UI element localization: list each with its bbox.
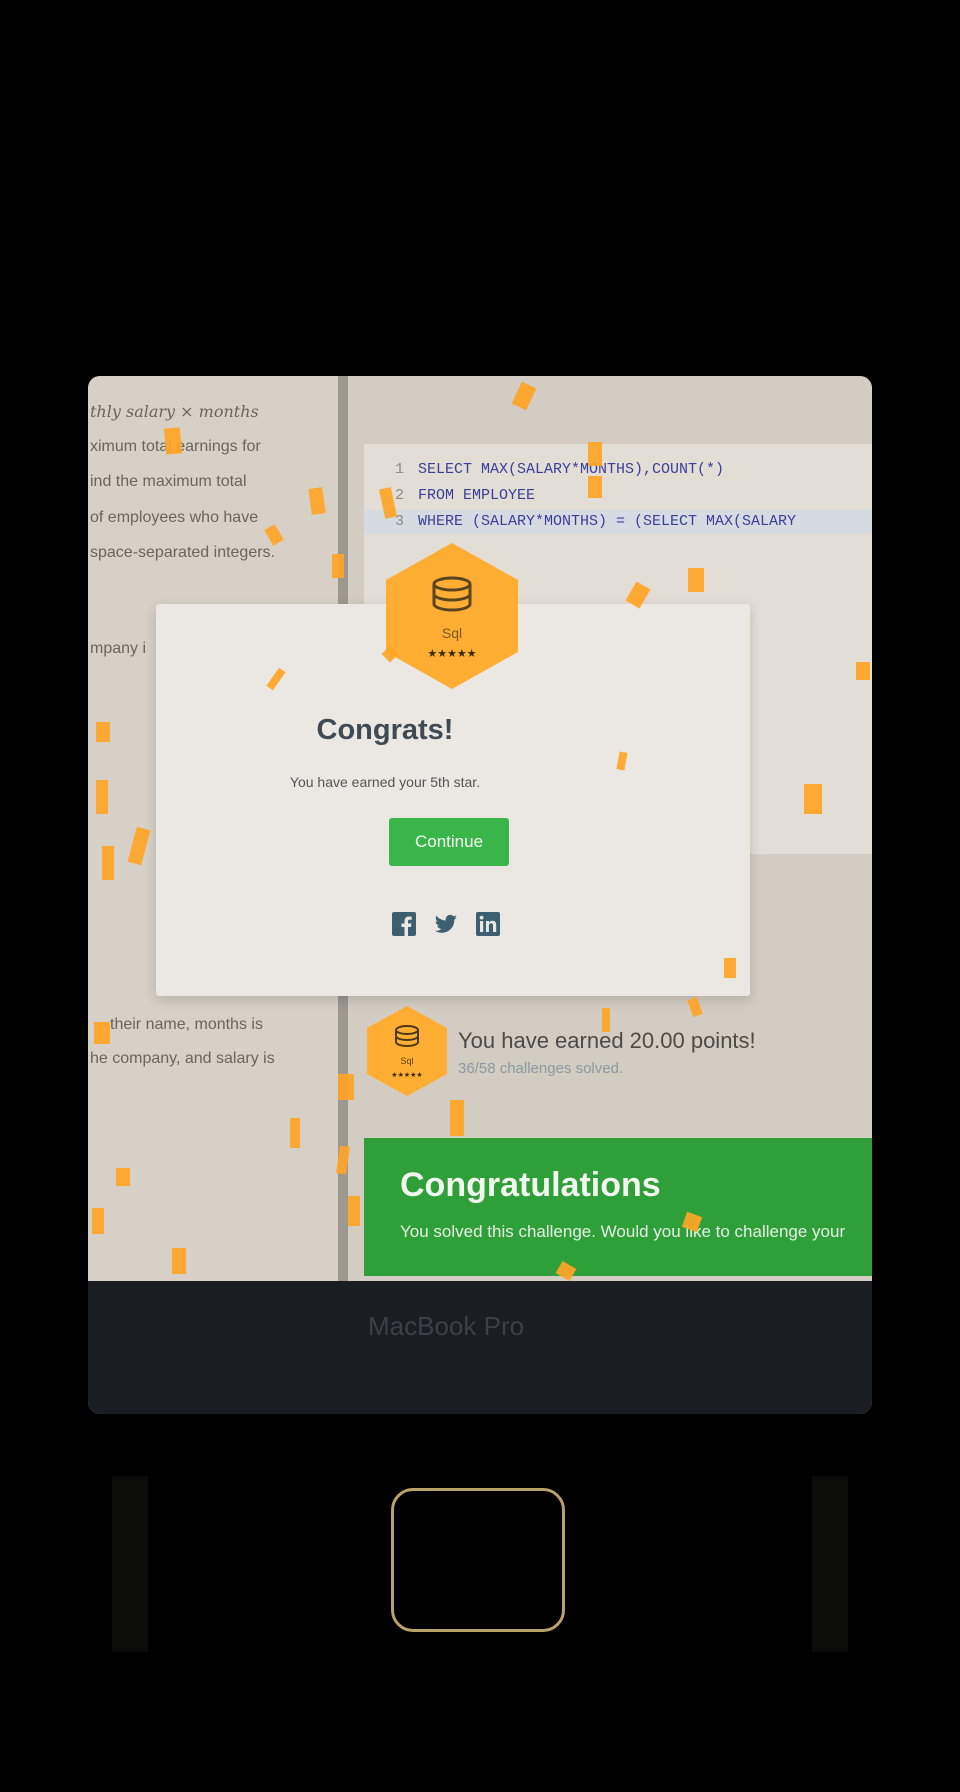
description-line: space-separated integers. <box>90 544 275 561</box>
line-number: 1 <box>394 461 404 478</box>
linkedin-icon[interactable] <box>476 912 500 936</box>
confetti-piece <box>804 784 822 814</box>
modal-message: You have earned your 5th star. <box>289 774 481 790</box>
modal-title: Congrats! <box>316 714 454 746</box>
confetti-piece <box>102 846 114 880</box>
modal-badge-stars: ★★★★★ <box>427 647 476 660</box>
sql-badge-icon: Sql ★★★★★ <box>367 1006 447 1096</box>
macbook-label: MacBook Pro <box>368 1311 525 1341</box>
confetti-piece <box>92 1208 104 1234</box>
confetti-piece <box>588 476 602 498</box>
home-button[interactable] <box>391 1488 565 1632</box>
confetti-piece <box>338 1074 354 1100</box>
confetti-piece <box>172 1248 186 1274</box>
device-shadow <box>812 1476 848 1652</box>
confetti-piece <box>96 722 110 742</box>
confetti-piece <box>94 1022 110 1044</box>
challenges-solved-text: 36/58 challenges solved. <box>458 1060 624 1077</box>
confetti-piece <box>116 1168 130 1186</box>
code-text: FROM EMPLOYEE <box>418 487 536 504</box>
description-line: of employees who have <box>90 509 259 526</box>
confetti-piece <box>724 958 736 978</box>
code-text: SELECT MAX(SALARY*MONTHS),COUNT(*) <box>418 461 725 478</box>
code-text: WHERE (SALARY*MONTHS) = (SELECT MAX(SALA… <box>418 513 797 530</box>
description-line: mpany i <box>90 640 147 657</box>
banner-text: You solved this challenge. Would you lik… <box>400 1222 846 1241</box>
code-line-active[interactable]: 3 WHERE (SALARY*MONTHS) = (SELECT MAX(SAL… <box>364 510 872 534</box>
confetti-piece <box>688 568 704 592</box>
confetti-piece <box>290 1118 300 1148</box>
confetti-piece <box>602 1008 610 1032</box>
device-shadow <box>112 1476 148 1652</box>
confetti-piece <box>96 780 108 814</box>
banner-title: Congratulations <box>400 1166 661 1204</box>
confetti-piece <box>163 427 183 455</box>
description-line: their name, months is <box>110 1016 263 1033</box>
code-line[interactable]: 1 SELECT MAX(SALARY*MONTHS),COUNT(*) <box>364 458 872 482</box>
confetti-piece <box>588 442 602 466</box>
confetti-piece <box>450 1100 464 1136</box>
congratulations-banner: Congratulations You solved this challeng… <box>364 1138 872 1276</box>
laptop-bezel: MacBook Pro <box>88 1281 872 1414</box>
facebook-icon[interactable] <box>392 912 416 936</box>
confetti-piece <box>348 1196 360 1226</box>
points-badge-stars: ★★★★★ <box>391 1071 422 1079</box>
confetti-piece <box>856 662 870 680</box>
continue-button[interactable]: Continue <box>389 818 509 866</box>
twitter-icon[interactable] <box>434 912 458 936</box>
laptop-screen: thly salary × months ximum total earning… <box>88 376 872 1414</box>
code-line[interactable]: 2 FROM EMPLOYEE <box>364 484 872 508</box>
description-line: he company, and salary is <box>90 1050 275 1067</box>
points-badge-label: Sql <box>400 1056 413 1066</box>
description-line: ind the maximum total <box>90 473 247 490</box>
photo-frame: thly salary × months ximum total earning… <box>0 0 960 1792</box>
sql-badge-icon: Sql ★★★★★ <box>386 543 518 689</box>
confetti-piece <box>332 554 344 578</box>
modal-badge-label: Sql <box>442 625 462 641</box>
description-line: thly salary × months <box>90 402 259 421</box>
